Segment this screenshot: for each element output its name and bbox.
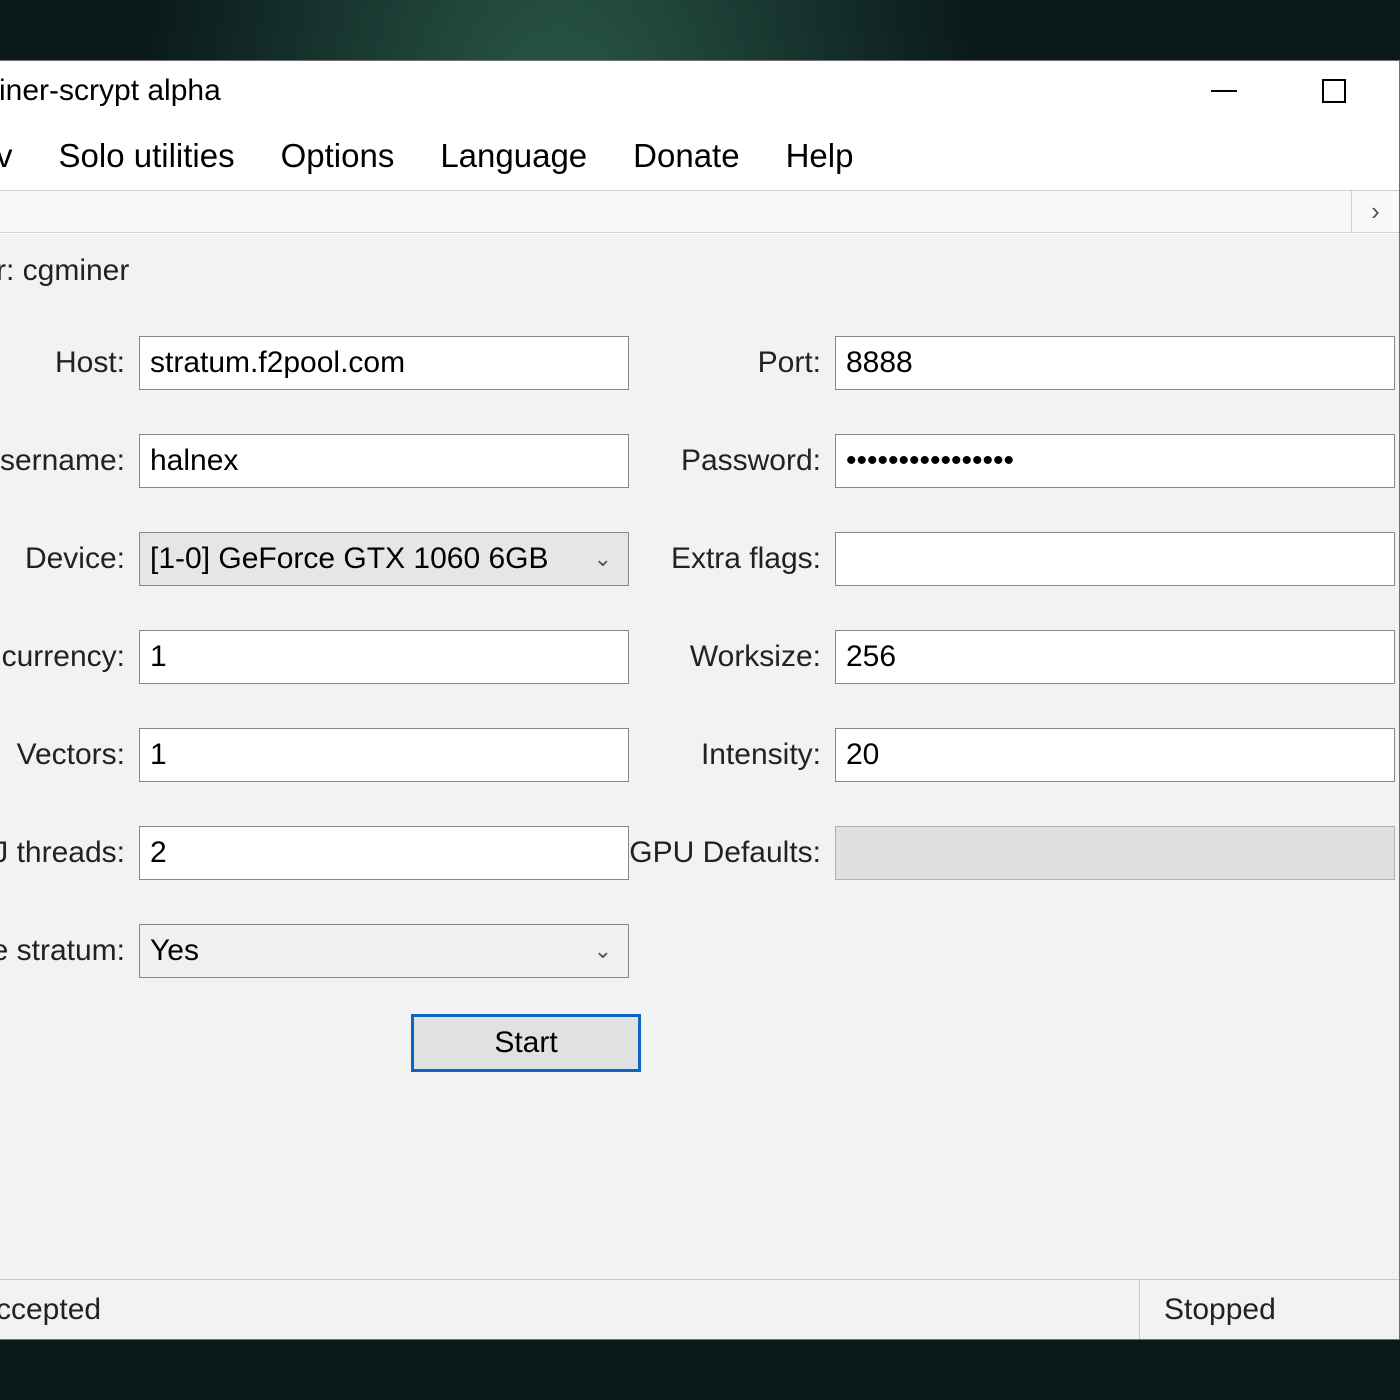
password-input[interactable] [835, 434, 1395, 488]
worksize-input[interactable] [835, 630, 1395, 684]
menu-view[interactable]: v [0, 137, 13, 175]
app-window: iner-scrypt alpha v Solo utilities Optio… [0, 60, 1400, 1340]
threads-input[interactable] [139, 826, 629, 880]
worksize-label: Worksize: [629, 640, 835, 674]
status-state: Stopped [1139, 1280, 1399, 1339]
menu-donate[interactable]: Donate [633, 137, 739, 175]
port-input[interactable] [835, 336, 1395, 390]
maximize-button[interactable] [1309, 66, 1359, 116]
vectors-label: Vectors: [0, 738, 139, 772]
threads-label: J threads: [0, 836, 139, 870]
menu-options[interactable]: Options [281, 137, 395, 175]
start-button-label: Start [494, 1026, 557, 1060]
extraflags-input[interactable] [835, 532, 1395, 586]
form-grid: Host: Port: Jsername: Password: Device: … [0, 314, 1399, 1000]
username-input[interactable] [139, 434, 629, 488]
maximize-icon [1322, 79, 1346, 103]
host-input[interactable] [139, 336, 629, 390]
miner-label: r: cgminer [0, 254, 129, 288]
device-select-value: [1-0] GeForce GTX 1060 6GB [150, 542, 549, 576]
minimize-icon [1211, 90, 1237, 92]
content-area: r: cgminer Host: Port: Jsername: Passwor… [0, 233, 1399, 1279]
window-controls [1199, 66, 1399, 116]
minimize-button[interactable] [1199, 66, 1249, 116]
menu-language[interactable]: Language [440, 137, 587, 175]
device-select[interactable]: [1-0] GeForce GTX 1060 6GB ⌄ [139, 532, 629, 586]
extraflags-label: Extra flags: [629, 542, 835, 576]
port-label: Port: [629, 346, 835, 380]
chevron-down-icon: ⌄ [594, 546, 612, 572]
titlebar[interactable]: iner-scrypt alpha [0, 61, 1399, 121]
menu-solo-utilities[interactable]: Solo utilities [59, 137, 235, 175]
username-label: Jsername: [0, 444, 139, 478]
stratum-select[interactable]: Yes ⌄ [139, 924, 629, 978]
window-title: iner-scrypt alpha [0, 74, 1199, 108]
stratum-label: e stratum: [0, 934, 139, 968]
toolbar: › [0, 191, 1399, 233]
menubar: v Solo utilities Options Language Donate… [0, 121, 1399, 191]
chevron-down-icon: ⌄ [594, 938, 612, 964]
vectors-input[interactable] [139, 728, 629, 782]
start-button[interactable]: Start [411, 1014, 641, 1072]
stratum-select-value: Yes [150, 934, 199, 968]
intensity-label: Intensity: [629, 738, 835, 772]
concurrency-label: ncurrency: [0, 640, 139, 674]
status-accepted: ccepted [0, 1293, 1139, 1327]
toolbar-overflow-button[interactable]: › [1351, 191, 1399, 232]
password-label: Password: [629, 444, 835, 478]
chevron-right-icon: › [1371, 196, 1380, 227]
menu-help[interactable]: Help [786, 137, 854, 175]
gpudefaults-box[interactable] [835, 826, 1395, 880]
host-label: Host: [0, 346, 139, 380]
device-label: Device: [0, 542, 139, 576]
concurrency-input[interactable] [139, 630, 629, 684]
gpudefaults-label: GPU Defaults: [629, 836, 835, 870]
intensity-input[interactable] [835, 728, 1395, 782]
statusbar: ccepted Stopped [0, 1279, 1399, 1339]
